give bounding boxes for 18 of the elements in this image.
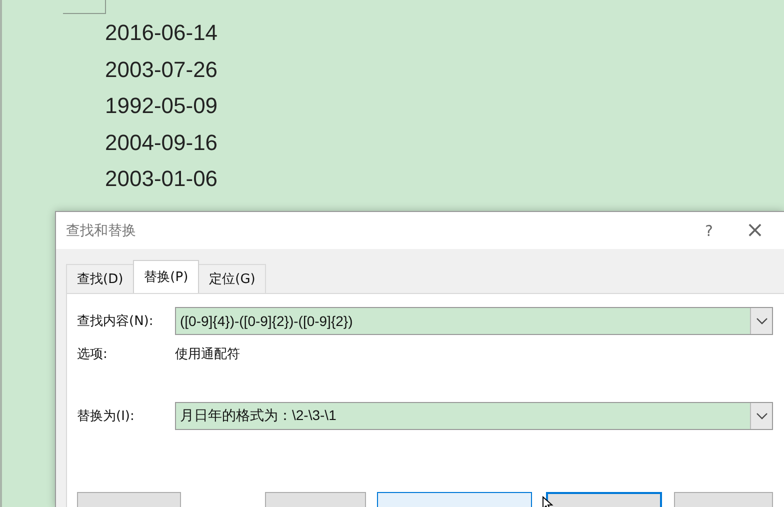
options-value: 使用通配符 bbox=[175, 346, 240, 363]
document-text-line: 1992-05-09 bbox=[105, 92, 219, 120]
find-label: 查找内容(N): bbox=[77, 313, 154, 330]
close-button[interactable]: × bbox=[732, 218, 778, 243]
tab[interactable]: 定位(G) bbox=[198, 264, 266, 293]
replace-with-field[interactable]: 月日年的格式为：\2-\3-\1 bbox=[175, 402, 773, 430]
document-text-line: 2003-01-06 bbox=[105, 165, 219, 193]
tab[interactable]: 替换(P) bbox=[133, 260, 200, 293]
document-text-line: 2004-09-16 bbox=[105, 128, 219, 156]
replace-label: 替换为(I): bbox=[77, 408, 136, 425]
help-button[interactable]: ? bbox=[686, 218, 732, 243]
find-what-field[interactable]: ([0-9]{4})-([0-9]{2})-([0-9]{2}) bbox=[175, 307, 773, 335]
tab[interactable]: 查找(D) bbox=[66, 264, 134, 293]
dialog-title: 查找和替换 bbox=[66, 222, 136, 240]
margin-corner-mark bbox=[63, 0, 106, 14]
options-label: 选项: bbox=[77, 346, 108, 363]
document-text-line: 2016-06-14 bbox=[105, 19, 219, 47]
document-text-line: 2003-07-26 bbox=[105, 56, 219, 84]
